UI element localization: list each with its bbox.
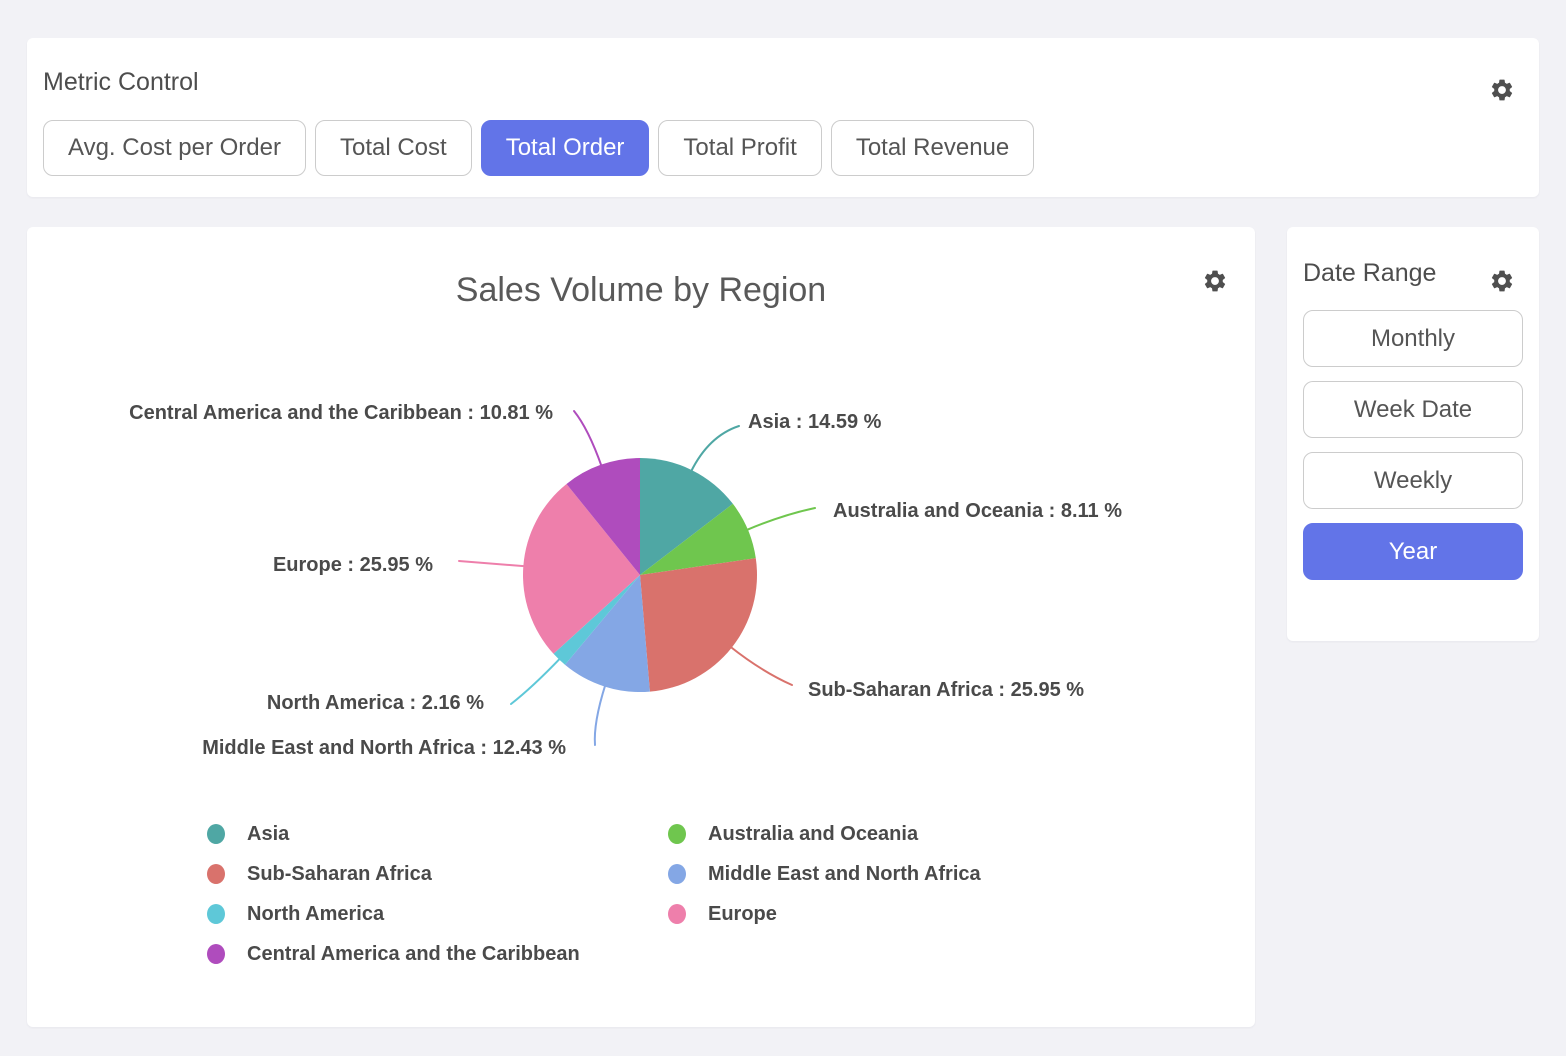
- legend-item-asia[interactable]: Asia: [207, 814, 668, 854]
- pie-label-asia: Asia : 14.59 %: [748, 411, 882, 433]
- legend-item-australia-and-oceania[interactable]: Australia and Oceania: [668, 814, 981, 854]
- legend-item-europe[interactable]: Europe: [668, 894, 981, 934]
- label-leader-line-central-america-and-the-caribbean: [574, 411, 602, 467]
- metric-option-total-profit[interactable]: Total Profit: [658, 120, 821, 176]
- dashboard-page: Metric Control Avg. Cost per OrderTotal …: [0, 0, 1566, 1027]
- content-row: Sales Volume by Region Asia : 14.59 %Aus…: [27, 227, 1539, 1027]
- label-leader-line-middle-east-and-north-africa: [595, 685, 606, 745]
- metric-option-total-order[interactable]: Total Order: [481, 120, 650, 176]
- pie-label-middle-east-and-north-africa: Middle East and North Africa : 12.43 %: [202, 737, 566, 759]
- metric-options-group: Avg. Cost per OrderTotal CostTotal Order…: [43, 120, 1523, 176]
- label-leader-line-australia-and-oceania: [746, 508, 815, 530]
- label-leader-line-asia: [691, 426, 739, 472]
- metric-option-avg-cost-per-order[interactable]: Avg. Cost per Order: [43, 120, 306, 176]
- legend-item-middle-east-and-north-africa[interactable]: Middle East and North Africa: [668, 854, 981, 894]
- metric-control-settings-button[interactable]: [1489, 77, 1515, 103]
- pie-label-europe: Europe : 25.95 %: [273, 554, 433, 576]
- date-range-option-weekly[interactable]: Weekly: [1303, 452, 1523, 509]
- metric-option-total-revenue[interactable]: Total Revenue: [831, 120, 1034, 176]
- legend-label: Sub-Saharan Africa: [247, 863, 432, 886]
- legend-label: Central America and the Caribbean: [247, 943, 580, 966]
- date-range-panel: Date Range MonthlyWeek DateWeeklyYear: [1287, 227, 1539, 641]
- date-range-option-year[interactable]: Year: [1303, 523, 1523, 580]
- chart-legend: Asia Australia and Oceania Sub-Saharan Afr…: [207, 814, 981, 974]
- legend-item-central-america-and-the-caribbean[interactable]: Central America and the Caribbean: [207, 934, 668, 974]
- legend-dot-icon: [668, 904, 686, 924]
- legend-label: Australia and Oceania: [708, 823, 918, 846]
- pie-label-australia-and-oceania: Australia and Oceania : 8.11 %: [833, 500, 1122, 522]
- legend-dot-icon: [207, 944, 225, 964]
- date-range-option-monthly[interactable]: Monthly: [1303, 310, 1523, 367]
- legend-dot-icon: [207, 904, 225, 924]
- legend-label: North America: [247, 903, 384, 926]
- date-range-settings-button[interactable]: [1489, 268, 1515, 294]
- legend-item-north-america[interactable]: North America: [207, 894, 668, 934]
- legend-dot-icon: [668, 864, 686, 884]
- legend-dot-icon: [207, 824, 225, 844]
- pie-label-central-america-and-the-caribbean: Central America and the Caribbean : 10.8…: [129, 402, 553, 424]
- gear-icon: [1489, 77, 1515, 103]
- sales-volume-chart-panel: Sales Volume by Region Asia : 14.59 %Aus…: [27, 227, 1255, 1027]
- metric-control-title: Metric Control: [43, 68, 1523, 97]
- legend-item-sub-saharan-africa[interactable]: Sub-Saharan Africa: [207, 854, 668, 894]
- pie-slice-sub-saharan-africa[interactable]: [640, 558, 757, 691]
- legend-label: Asia: [247, 823, 289, 846]
- date-range-option-week-date[interactable]: Week Date: [1303, 381, 1523, 438]
- label-leader-line-sub-saharan-africa: [730, 646, 792, 685]
- label-leader-line-north-america: [511, 658, 560, 704]
- pie-label-sub-saharan-africa: Sub-Saharan Africa : 25.95 %: [808, 679, 1084, 701]
- gear-icon: [1489, 268, 1515, 294]
- metric-option-total-cost[interactable]: Total Cost: [315, 120, 472, 176]
- pie-label-north-america: North America : 2.16 %: [267, 692, 484, 714]
- legend-dot-icon: [668, 824, 686, 844]
- label-leader-line-europe: [459, 561, 525, 566]
- legend-label: Middle East and North Africa: [708, 863, 981, 886]
- legend-label: Europe: [708, 903, 777, 926]
- date-range-options-group: Monthly Week Date Weekly Year: [1303, 310, 1523, 580]
- metric-control-panel: Metric Control Avg. Cost per OrderTotal …: [27, 38, 1539, 197]
- legend-dot-icon: [207, 864, 225, 884]
